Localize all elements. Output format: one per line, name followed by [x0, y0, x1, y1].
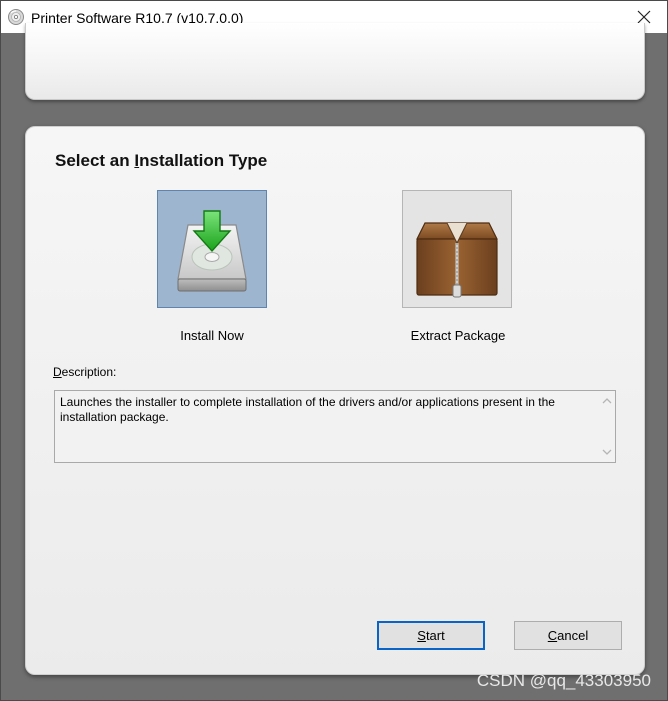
page-title: Select an Installation Type: [55, 151, 268, 170]
header-panel: [25, 23, 645, 100]
description-textbox[interactable]: Launches the installer to complete insta…: [54, 390, 616, 463]
main-panel: Select an Installation Type Install Now …: [25, 126, 645, 675]
install-now-option[interactable]: [157, 190, 267, 308]
start-button[interactable]: Start: [377, 621, 485, 650]
watermark: CSDN @qq_43303950: [476, 671, 651, 690]
description-label: Description:: [53, 365, 117, 379]
cancel-button[interactable]: Cancel: [514, 621, 622, 650]
description-text: Launches the installer to complete insta…: [60, 395, 555, 424]
installer-window: Printer Software R10.7 (v10.7.0.0) Selec…: [0, 0, 668, 701]
extract-package-option[interactable]: [402, 190, 512, 308]
description-scrollbar[interactable]: [598, 391, 615, 462]
close-icon: [637, 10, 651, 24]
install-disk-icon: [177, 210, 247, 292]
zip-package-icon: [416, 222, 498, 298]
disc-app-icon: [8, 9, 24, 25]
extract-package-label: Extract Package: [410, 328, 506, 343]
install-now-label: Install Now: [180, 328, 244, 343]
scroll-up-icon[interactable]: [602, 397, 612, 405]
scroll-down-icon[interactable]: [602, 448, 612, 456]
